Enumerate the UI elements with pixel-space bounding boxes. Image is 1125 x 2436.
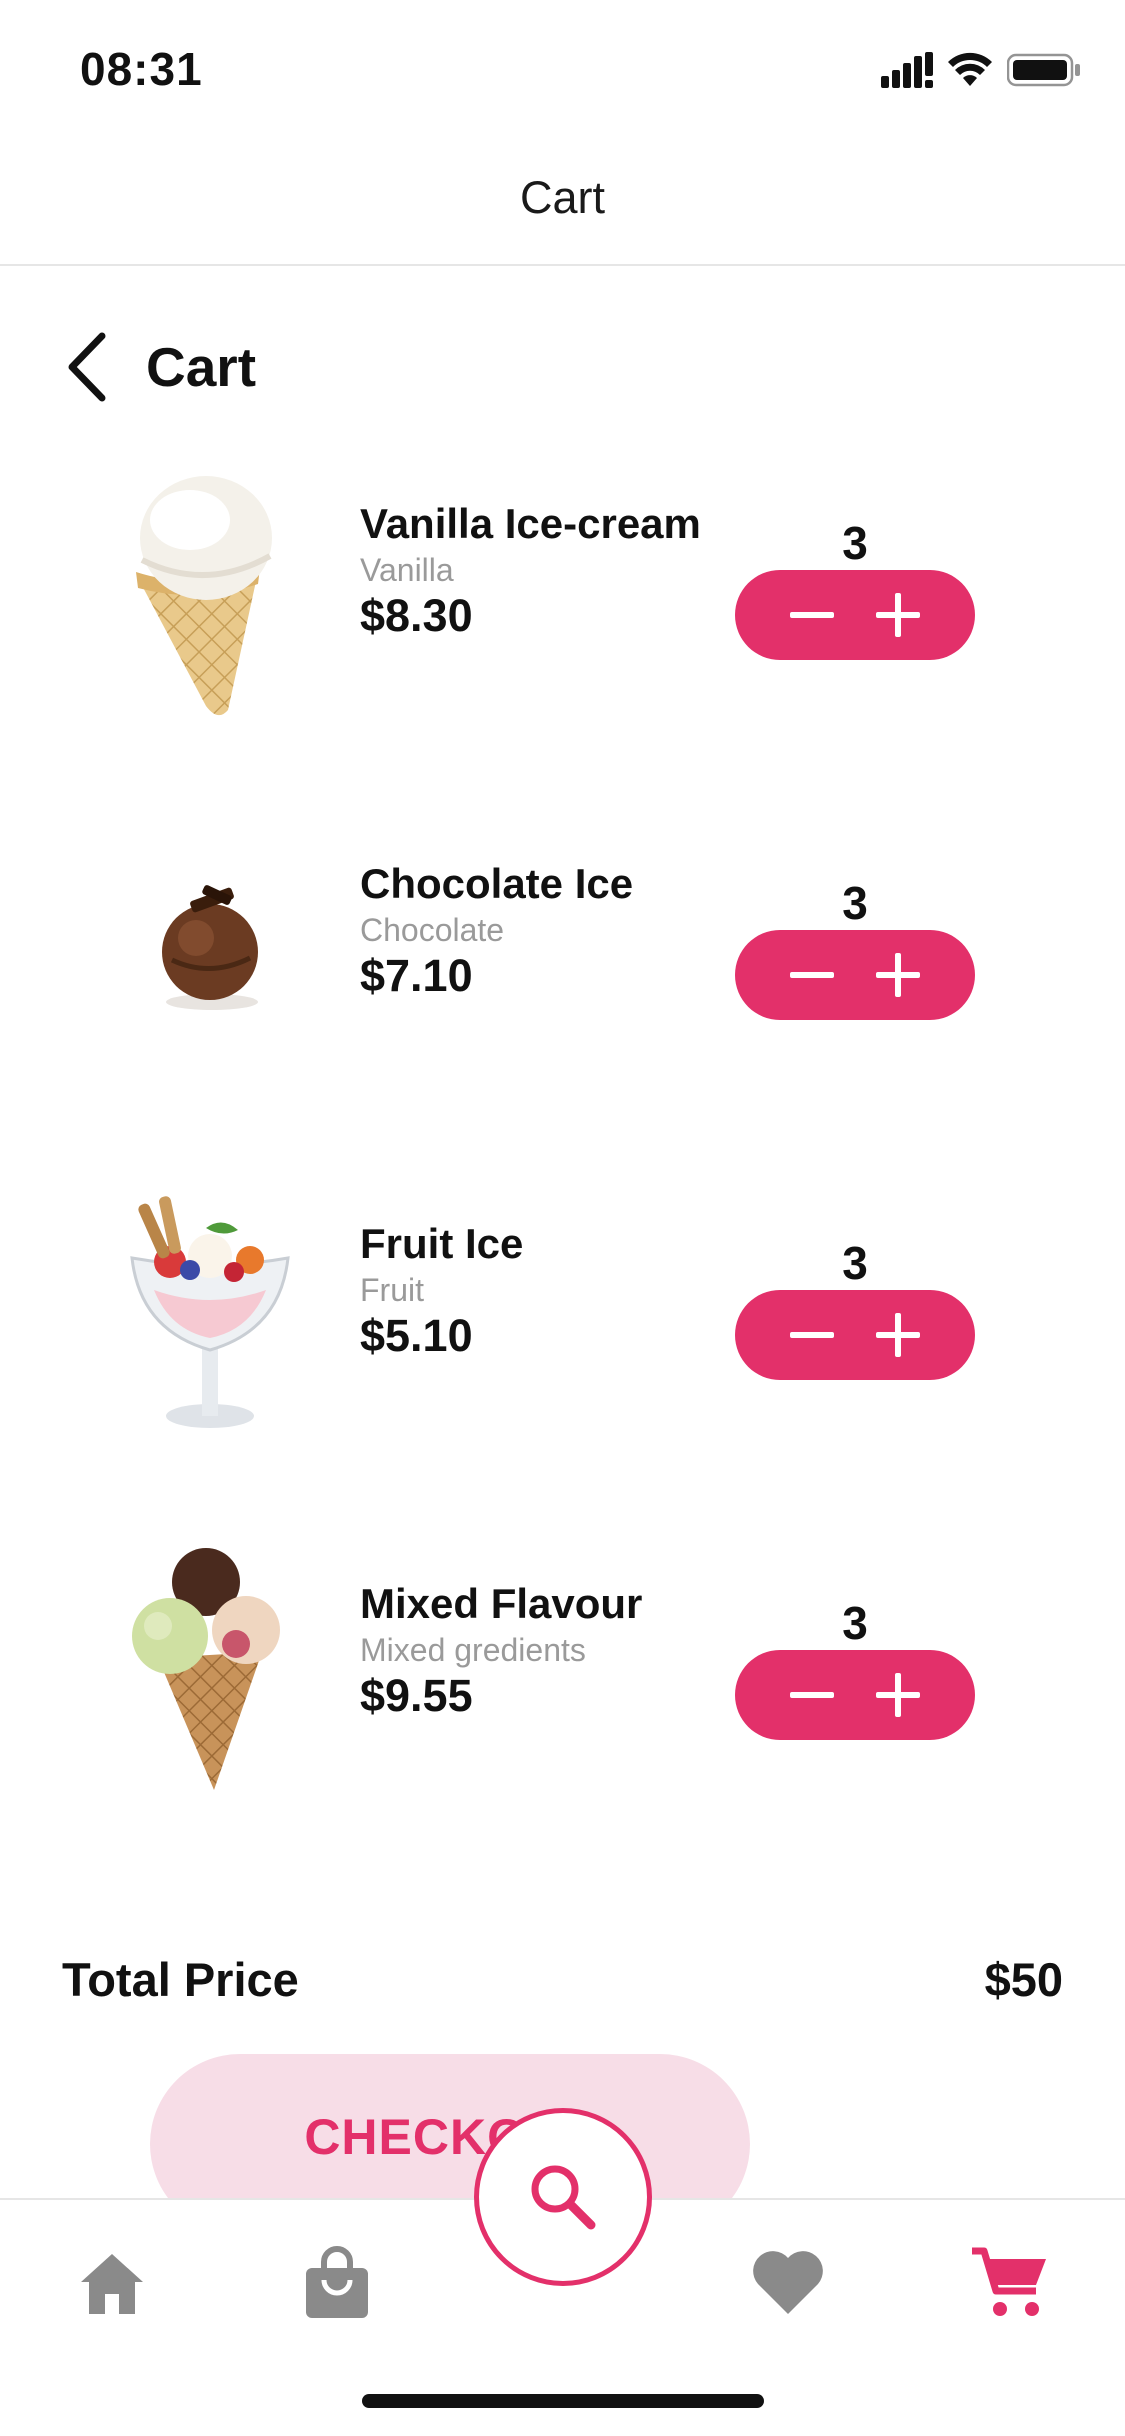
quantity-stepper bbox=[735, 1290, 975, 1380]
decrease-button[interactable] bbox=[782, 945, 842, 1005]
decrease-button[interactable] bbox=[782, 1305, 842, 1365]
cart-item: Chocolate Ice Chocolate $7.10 3 bbox=[0, 820, 1125, 1100]
tab-shop[interactable] bbox=[292, 2238, 382, 2328]
quantity-stepper bbox=[735, 930, 975, 1020]
status-time: 08:31 bbox=[80, 43, 203, 95]
item-price: $5.10 bbox=[360, 1310, 473, 1361]
checkout-label: CHECKOUT bbox=[304, 2109, 596, 2165]
home-icon bbox=[81, 2254, 143, 2314]
battery-icon bbox=[1007, 53, 1080, 87]
vanilla-ice-cream-image bbox=[136, 476, 272, 716]
item-name: Mixed Flavour bbox=[360, 1580, 643, 1627]
item-flavor: Mixed gredients bbox=[360, 1632, 586, 1668]
cart-item: Fruit Ice Fruit $5.10 3 bbox=[0, 1180, 1125, 1460]
fruit-ice-image bbox=[130, 1196, 290, 1428]
quantity-stepper bbox=[735, 570, 975, 660]
status-icons bbox=[881, 48, 1081, 92]
item-quantity: 3 bbox=[842, 517, 868, 569]
plus-icon bbox=[876, 593, 920, 637]
signal-icon bbox=[881, 52, 933, 88]
item-name: Chocolate Ice bbox=[360, 860, 634, 907]
item-flavor: Fruit bbox=[360, 1272, 424, 1308]
heart-icon bbox=[753, 2251, 823, 2314]
status-bar: 08:31 bbox=[0, 0, 1125, 132]
chevron-left-icon bbox=[68, 332, 106, 402]
plus-icon bbox=[876, 1673, 920, 1717]
back-button[interactable] bbox=[56, 330, 116, 404]
item-price: $8.30 bbox=[360, 590, 473, 641]
wifi-icon bbox=[948, 52, 992, 86]
item-price: $9.55 bbox=[360, 1670, 473, 1721]
mixed-flavour-image bbox=[132, 1548, 280, 1790]
minus-icon bbox=[790, 1692, 834, 1698]
search-button[interactable] bbox=[474, 2108, 652, 2286]
increase-button[interactable] bbox=[868, 1665, 928, 1725]
decrease-button[interactable] bbox=[782, 585, 842, 645]
home-indicator bbox=[362, 2394, 764, 2408]
chocolate-ice-image bbox=[162, 885, 258, 1010]
tab-home[interactable] bbox=[67, 2238, 157, 2328]
decrease-button[interactable] bbox=[782, 1665, 842, 1725]
quantity-stepper bbox=[735, 1650, 975, 1740]
page-title: Cart bbox=[146, 336, 257, 398]
cart-item: Vanilla Ice-cream Vanilla $8.30 3 bbox=[0, 460, 1125, 740]
item-price: $7.10 bbox=[360, 950, 473, 1001]
page-header: Cart bbox=[56, 330, 256, 404]
minus-icon bbox=[790, 972, 834, 978]
tab-cart[interactable] bbox=[965, 2238, 1055, 2328]
item-quantity: 3 bbox=[842, 877, 868, 929]
search-icon bbox=[531, 2165, 596, 2230]
plus-icon bbox=[876, 1313, 920, 1357]
item-name: Fruit Ice bbox=[360, 1220, 524, 1267]
item-name: Vanilla Ice-cream bbox=[360, 500, 701, 547]
minus-icon bbox=[790, 612, 834, 618]
item-quantity: 3 bbox=[842, 1237, 868, 1289]
increase-button[interactable] bbox=[868, 945, 928, 1005]
plus-icon bbox=[876, 953, 920, 997]
total-price-label: Total Price bbox=[62, 1953, 299, 2006]
increase-button[interactable] bbox=[868, 585, 928, 645]
navigation-bar: Cart bbox=[0, 132, 1125, 266]
item-flavor: Chocolate bbox=[360, 912, 505, 948]
cart-icon bbox=[972, 2247, 1046, 2316]
increase-button[interactable] bbox=[868, 1305, 928, 1365]
tab-favorites[interactable] bbox=[743, 2238, 833, 2328]
shopping-bag-icon bbox=[306, 2246, 368, 2318]
minus-icon bbox=[790, 1332, 834, 1338]
item-flavor: Vanilla bbox=[360, 552, 454, 588]
cart-item: Mixed Flavour Mixed gredients $9.55 3 bbox=[0, 1540, 1125, 1820]
nav-title: Cart bbox=[519, 172, 605, 223]
item-quantity: 3 bbox=[842, 1597, 868, 1649]
total-price-value: $50 bbox=[984, 1953, 1063, 2006]
